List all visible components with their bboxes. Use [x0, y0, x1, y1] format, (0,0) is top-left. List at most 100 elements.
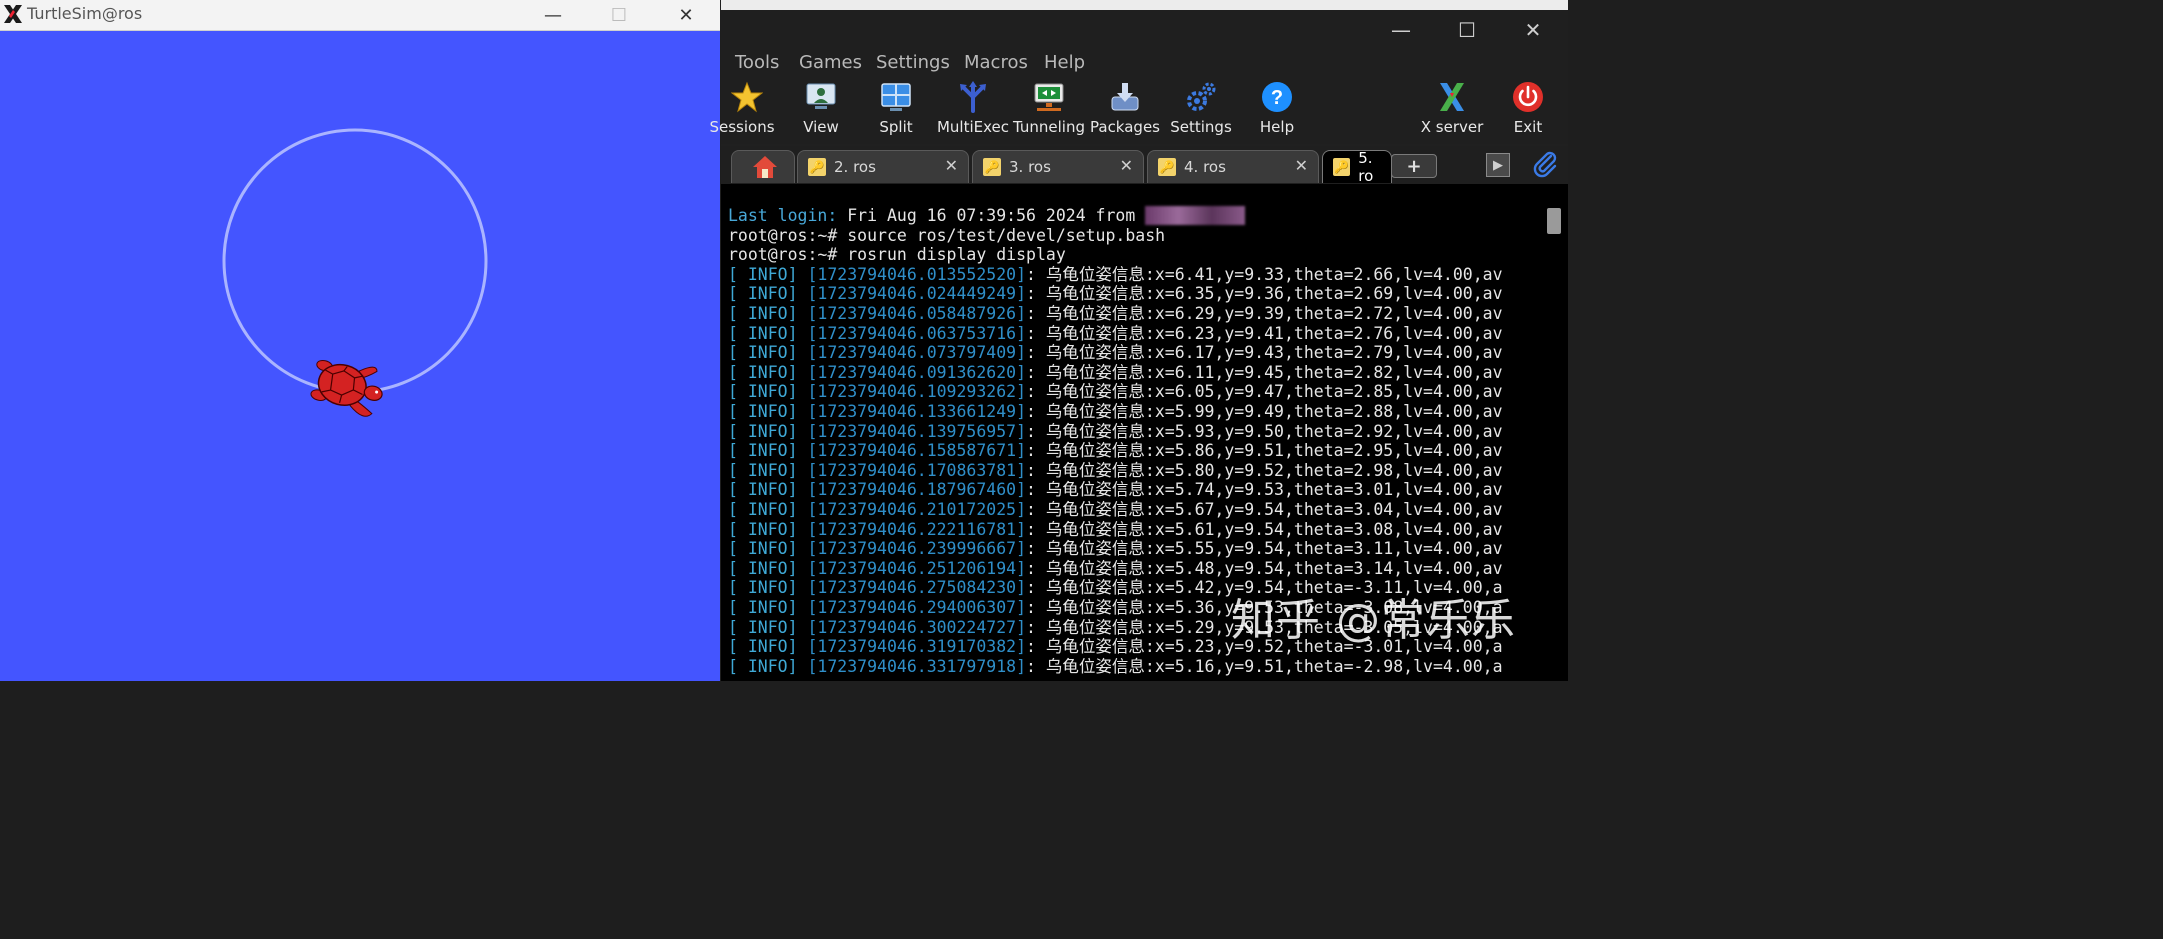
last-login-value: Fri Aug 16 07:39:56 2024 from — [837, 206, 1146, 225]
menu-settings[interactable]: Settings — [876, 52, 950, 73]
log-level: [ INFO] — [728, 598, 798, 617]
turtlesim-window: TurtleSim@ros — ☐ ✕ — [0, 0, 720, 681]
log-level: [ INFO] — [728, 578, 798, 598]
maximize-button[interactable]: ☐ — [597, 0, 641, 30]
log-message: : 乌龟位姿信息:x=6.23,y=9.41,theta=2.76,lv=4.0… — [1026, 323, 1503, 343]
key-icon: 🔑 — [1158, 158, 1176, 176]
svg-text:?: ? — [1271, 87, 1283, 109]
split-button[interactable]: Split — [866, 80, 926, 142]
minimize-button[interactable]: — — [531, 0, 575, 30]
minimize-button[interactable]: — — [1368, 10, 1434, 50]
key-icon: 🔑 — [1333, 158, 1351, 176]
settings-icon — [1184, 80, 1218, 114]
log-message: : 乌龟位姿信息:x=5.16,y=9.51,theta=-2.98,lv=4.… — [1026, 656, 1503, 676]
log-line: [ INFO] [1723794046.073797409]: 乌龟位姿信息:x… — [728, 343, 1503, 363]
log-level: [ INFO] — [728, 460, 798, 480]
log-timestamp: [1723794046.275084230] — [807, 578, 1027, 598]
log-line: [ INFO] [1723794046.058487926]: 乌龟位姿信息:x… — [728, 304, 1503, 324]
log-level: [ INFO] — [728, 304, 798, 323]
log-timestamp: [1723794046.139756957] — [807, 421, 1027, 441]
key-icon: 🔑 — [983, 158, 1001, 176]
home-icon — [753, 156, 777, 178]
last-login-line: Last login: Fri Aug 16 07:39:56 2024 fro… — [728, 206, 1245, 226]
log-line: [ INFO] [1723794046.222116781]: 乌龟位姿信息:x… — [728, 520, 1503, 540]
log-message: : 乌龟位姿信息:x=5.86,y=9.51,theta=2.95,lv=4.0… — [1026, 441, 1503, 461]
tab-close-icon[interactable]: ✕ — [945, 156, 958, 175]
attach-icon[interactable] — [1531, 150, 1559, 178]
log-line: [ INFO] [1723794046.331797918]: 乌龟位姿信息:x… — [728, 657, 1503, 677]
log-timestamp: [1723794046.187967460] — [807, 480, 1027, 500]
menu-tools[interactable]: Tools — [735, 52, 779, 73]
tab-close-icon[interactable]: ✕ — [1120, 156, 1133, 175]
xserver-button[interactable]: X server — [1419, 80, 1485, 142]
log-timestamp: [1723794046.239996667] — [807, 539, 1027, 559]
log-message: : 乌龟位姿信息:x=5.67,y=9.54,theta=3.04,lv=4.0… — [1026, 500, 1503, 519]
menu-help[interactable]: Help — [1044, 52, 1085, 73]
view-button[interactable]: View — [791, 80, 851, 142]
log-line: [ INFO] [1723794046.109293262]: 乌龟位姿信息:x… — [728, 382, 1503, 402]
window-top-edge — [721, 0, 1568, 10]
new-tab-button[interactable]: + — [1391, 154, 1437, 178]
terminal-scrollbar[interactable] — [1547, 208, 1561, 234]
turtlesim-canvas — [0, 31, 720, 681]
command-text: root@ros:~# source ros/test/devel/setup.… — [728, 225, 1166, 245]
turtlesim-titlebar[interactable]: TurtleSim@ros — ☐ ✕ — [0, 0, 720, 31]
tab-home[interactable] — [731, 150, 795, 183]
log-level: [ INFO] — [728, 323, 798, 343]
log-timestamp: [1723794046.133661249] — [807, 402, 1027, 421]
log-message: : 乌龟位姿信息:x=5.80,y=9.52,theta=2.98,lv=4.0… — [1026, 460, 1503, 480]
tab-session-2[interactable]: 🔑 2. ros ✕ — [797, 150, 969, 183]
sessions-button[interactable]: Sessions — [709, 80, 777, 142]
log-line: [ INFO] [1723794046.210172025]: 乌龟位姿信息:x… — [728, 500, 1503, 520]
log-level: [ INFO] — [728, 284, 798, 304]
tunneling-icon — [1032, 80, 1066, 114]
xserver-icon — [1435, 80, 1469, 114]
help-button[interactable]: ? Help — [1247, 80, 1307, 142]
log-level: [ INFO] — [728, 264, 798, 284]
log-timestamp: [1723794046.170863781] — [807, 460, 1027, 480]
log-message: : 乌龟位姿信息:x=6.35,y=9.36,theta=2.69,lv=4.0… — [1026, 284, 1503, 304]
log-message: : 乌龟位姿信息:x=6.29,y=9.39,theta=2.72,lv=4.0… — [1026, 304, 1503, 323]
close-button[interactable]: ✕ — [1500, 10, 1566, 50]
maximize-button[interactable]: ☐ — [1434, 10, 1500, 50]
log-message: : 乌龟位姿信息:x=5.48,y=9.54,theta=3.14,lv=4.0… — [1026, 558, 1503, 578]
log-level: [ INFO] — [728, 441, 798, 461]
last-login-label: Last login: — [728, 206, 838, 225]
log-line: [ INFO] [1723794046.024449249]: 乌龟位姿信息:x… — [728, 284, 1503, 304]
tab-close-icon[interactable]: ✕ — [1295, 156, 1308, 175]
watermark: 知乎 @常乐乐 — [1231, 595, 1516, 646]
log-level: [ INFO] — [728, 362, 798, 382]
multiexec-button[interactable]: MultiExec — [937, 80, 1009, 142]
log-message: : 乌龟位姿信息:x=6.05,y=9.47,theta=2.85,lv=4.0… — [1026, 382, 1503, 402]
settings-button[interactable]: Settings — [1170, 80, 1232, 142]
log-timestamp: [1723794046.073797409] — [807, 343, 1027, 363]
log-message: : 乌龟位姿信息:x=5.74,y=9.53,theta=3.01,lv=4.0… — [1026, 480, 1503, 500]
log-level: [ INFO] — [728, 617, 798, 637]
log-timestamp: [1723794046.294006307] — [807, 598, 1027, 617]
packages-button[interactable]: Packages — [1090, 80, 1160, 142]
close-button[interactable]: ✕ — [664, 0, 708, 30]
log-line: [ INFO] [1723794046.239996667]: 乌龟位姿信息:x… — [728, 539, 1503, 559]
play-icon[interactable]: ▶ — [1486, 153, 1510, 177]
log-message: : 乌龟位姿信息:x=6.11,y=9.45,theta=2.82,lv=4.0… — [1026, 362, 1503, 382]
menu-macros[interactable]: Macros — [964, 52, 1028, 73]
log-line: [ INFO] [1723794046.170863781]: 乌龟位姿信息:x… — [728, 461, 1503, 481]
log-level: [ INFO] — [728, 343, 798, 363]
log-level: [ INFO] — [728, 421, 798, 441]
log-message: : 乌龟位姿信息:x=5.61,y=9.54,theta=3.08,lv=4.0… — [1026, 519, 1503, 539]
exit-button[interactable]: Exit — [1503, 80, 1553, 142]
tunneling-button[interactable]: Tunneling — [1013, 80, 1085, 142]
mobaxterm-window: — ☐ ✕ Tools Games Settings Macros Help S… — [709, 0, 1568, 681]
log-timestamp: [1723794046.058487926] — [807, 304, 1027, 323]
tab-session-5-active[interactable]: 🔑 5. ro — [1322, 150, 1392, 183]
command-text: root@ros:~# rosrun display display — [728, 245, 1066, 265]
menu-games[interactable]: Games — [799, 52, 862, 73]
log-level: [ INFO] — [728, 656, 798, 676]
terminal-output[interactable]: Last login: Fri Aug 16 07:39:56 2024 fro… — [721, 184, 1568, 681]
tab-session-3[interactable]: 🔑 3. ros ✕ — [972, 150, 1144, 183]
split-icon — [879, 80, 913, 114]
tab-session-4[interactable]: 🔑 4. ros ✕ — [1147, 150, 1319, 183]
log-timestamp: [1723794046.013552520] — [807, 264, 1027, 284]
canvas-background — [0, 31, 720, 681]
log-message: : 乌龟位姿信息:x=5.93,y=9.50,theta=2.92,lv=4.0… — [1026, 421, 1503, 441]
